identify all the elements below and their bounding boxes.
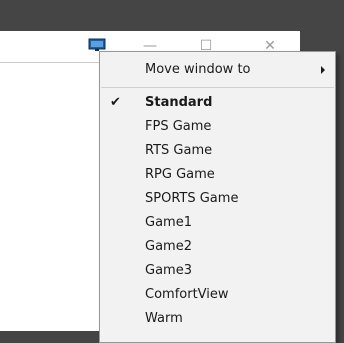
menu-item-label: SPORTS Game — [145, 191, 239, 206]
menu-item-warm[interactable]: Warm — [100, 308, 335, 332]
menu-item-label: RPG Game — [145, 167, 215, 182]
menu-item-label: ComfortView — [145, 287, 229, 302]
menu-item-standard[interactable]: ✔ Standard — [100, 92, 335, 116]
menu-item-rts-game[interactable]: RTS Game — [100, 140, 335, 164]
menu-item-fps-game[interactable]: FPS Game — [100, 116, 335, 140]
menu-item-comfortview[interactable]: ComfortView — [100, 284, 335, 308]
menu-item-label: RTS Game — [145, 143, 213, 158]
menu-item-label: Game1 — [145, 215, 192, 230]
menu-item-rpg-game[interactable]: RPG Game — [100, 164, 335, 188]
menu-divider — [101, 87, 334, 88]
chevron-right-icon — [321, 66, 325, 74]
menu-item-sports-game[interactable]: SPORTS Game — [100, 188, 335, 212]
menu-item-game1[interactable]: Game1 — [100, 212, 335, 236]
menu-item-label: Standard — [145, 95, 213, 110]
menu-item-label: Game2 — [145, 239, 192, 254]
menu-item-label: Move window to — [145, 62, 251, 77]
menu-item-game3[interactable]: Game3 — [100, 260, 335, 284]
menu-item-label: FPS Game — [145, 119, 212, 134]
checkmark-icon: ✔ — [110, 95, 121, 110]
menu-item-move-window[interactable]: Move window to — [100, 59, 335, 83]
window-divider — [0, 62, 110, 63]
menu-item-label: Game3 — [145, 263, 192, 278]
menu-item-game2[interactable]: Game2 — [100, 236, 335, 260]
context-menu: Move window to ✔ Standard FPS Game RTS G… — [99, 51, 336, 343]
monitor-icon[interactable] — [88, 38, 106, 52]
menu-item-label: Warm — [145, 311, 183, 326]
